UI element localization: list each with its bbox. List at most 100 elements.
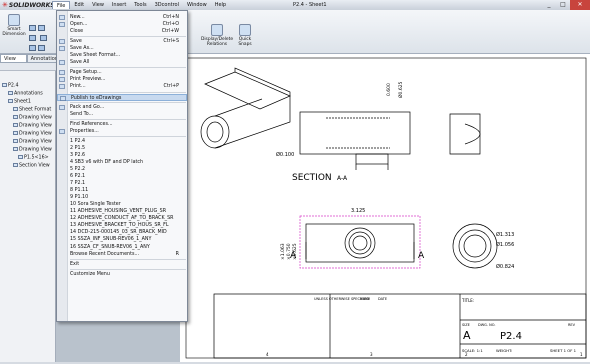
file-menu-item[interactable]: 9 P1.10 (57, 194, 187, 201)
tree-item-sheet-format[interactable]: Sheet Format (13, 107, 51, 113)
menu-separator (70, 101, 186, 103)
tree-item-part[interactable]: P1.5<16> (18, 155, 49, 161)
file-menu-item[interactable]: Exit (57, 261, 187, 268)
file-menu-item-label: Publish to eDrawings (71, 95, 122, 101)
tree-item-sheet1[interactable]: Sheet1 (8, 99, 31, 105)
tree-item-annotations[interactable]: Annotations (8, 91, 43, 97)
file-menu-item-label: 7 P2.1 (70, 181, 86, 187)
file-menu-item[interactable]: Find References... (57, 121, 187, 128)
menu-separator (70, 67, 186, 69)
menu-separator (70, 258, 186, 260)
tb-size: A (463, 329, 471, 342)
menu-insert[interactable]: Insert (108, 1, 130, 9)
menu-window[interactable]: Window (183, 1, 211, 9)
file-menu-item[interactable]: Open... Ctrl+O (57, 21, 187, 28)
file-menu-item[interactable]: 8 P1.11 (57, 187, 187, 194)
tree-label: Section View (19, 163, 50, 169)
drawing-sheet[interactable]: SECTION A-A A A 3.125 Ø0.100 Ø1.313 Ø1.0… (180, 54, 590, 362)
file-menu-item[interactable]: 3 P2.6 (57, 152, 187, 159)
arc-tool-icon[interactable] (39, 35, 47, 41)
tree-toolbar (0, 63, 56, 71)
file-menu-item[interactable]: New... Ctrl+N (57, 14, 187, 21)
tree-label: Sheet1 (14, 99, 31, 105)
display-delete-relations-button[interactable]: Display/Delete Relations (200, 24, 234, 47)
drawing-view-icon (13, 147, 18, 151)
file-menu-item[interactable]: Browse Recent Documents... R (57, 251, 187, 258)
file-menu-item[interactable]: Properties... (57, 128, 187, 135)
spline-tool-icon[interactable] (29, 45, 36, 51)
file-menu-item[interactable]: Customize Menu (57, 271, 187, 278)
menu-3dcontrol[interactable]: 3Dcontrol (151, 1, 183, 9)
file-menu-item-label: 2 P1.5 (70, 145, 86, 151)
maximize-button[interactable]: □ (556, 0, 570, 10)
drawing-view-icon (13, 123, 18, 127)
file-menu-item-label: 11 ADHESIVE_HOUSING_VENT_PLUG_SR (70, 209, 167, 215)
file-menu-item[interactable]: 16 SSZA_CF_SNUB-REV06_1_ANY (57, 244, 187, 251)
file-menu-item-label: 10 Sora Single Tester (70, 202, 121, 208)
file-menu-item[interactable]: Save Ctrl+S (57, 38, 187, 45)
tab-view-layout[interactable]: View Layout (0, 54, 27, 71)
menu-tools[interactable]: Tools (130, 1, 150, 9)
dim-width: 3.125 (351, 208, 365, 214)
file-menu-item[interactable]: 13 ADHESIVE_BRACKET_TO_HOUS_SR_FL (57, 222, 187, 229)
file-menu-item[interactable]: 7 P2.1 (57, 180, 187, 187)
file-menu-item[interactable]: Page Setup... (57, 69, 187, 76)
file-menu-item-shortcut: Ctrl+N (162, 15, 179, 20)
file-menu-item[interactable]: 6 P2.1 (57, 173, 187, 180)
file-menu-item[interactable]: Print... Ctrl+P (57, 83, 187, 90)
file-menu-item[interactable]: Save As... (57, 45, 187, 52)
tree-item-drawing-view-3[interactable]: Drawing View (13, 131, 52, 137)
file-menu-item[interactable]: 11 ADHESIVE_HOUSING_VENT_PLUG_SR (57, 208, 187, 215)
tree-item-section-view[interactable]: Section View (13, 163, 50, 169)
file-menu-item[interactable]: Close Ctrl+W (57, 28, 187, 35)
file-menu-item[interactable]: Save Sheet Format... (57, 52, 187, 59)
dim-phi-100: Ø0.100 (276, 151, 294, 158)
file-menu-item[interactable]: 14 DCD-215-000145_03_SR_BRACK_MID (57, 229, 187, 236)
file-menu-item[interactable]: 5 P2.2 (57, 166, 187, 173)
menu-view[interactable]: View (88, 1, 108, 9)
point-tool-icon[interactable] (38, 45, 45, 51)
part-icon (18, 155, 23, 159)
tree-label: Drawing View (19, 139, 52, 145)
file-menu-item-label: 9 P1.10 (70, 195, 89, 201)
file-menu-item[interactable]: Send To... (57, 111, 187, 118)
tree-root[interactable]: P2.4 (2, 83, 19, 89)
dim-0824: Ø0.824 (496, 263, 514, 270)
file-menu-item[interactable]: 1 P2.4 (57, 138, 187, 145)
quick-snaps-button[interactable]: Quick Snaps (234, 24, 256, 47)
relations-icon (211, 24, 223, 36)
line-tool-icon[interactable] (29, 25, 36, 31)
circle-tool-icon[interactable] (29, 35, 36, 41)
smart-dimension-button[interactable]: Smart Dimension (1, 14, 27, 37)
file-menu-item[interactable]: Pack and Go... (57, 104, 187, 111)
file-menu-item[interactable]: 15 SSZA_INF_SNUB-REV06_1_ANY (57, 236, 187, 243)
menu-edit[interactable]: Edit (70, 1, 88, 9)
close-button[interactable]: ✕ (570, 0, 590, 10)
dim-1313: Ø1.313 (496, 231, 514, 238)
menu-bar: File Edit View Insert Tools 3Dcontrol Window He… (52, 1, 230, 9)
save-as-icon (59, 46, 65, 51)
file-menu-item[interactable]: 10 Sora Single Tester (57, 201, 187, 208)
tree-item-drawing-view-2[interactable]: Drawing View (13, 123, 52, 129)
save-icon (59, 39, 65, 44)
quick-snaps-icon (239, 24, 251, 36)
file-menu-item[interactable]: 2 P1.5 (57, 145, 187, 152)
menu-file[interactable]: File (52, 1, 71, 9)
file-menu-item[interactable]: 4 SB3 v6 with DF and DP latch (57, 159, 187, 166)
file-menu-item[interactable]: Print Preview... (57, 76, 187, 83)
minimize-button[interactable]: _ (542, 0, 556, 10)
file-menu-item-label: 12 ADHESIVE_CONDUCT_AF_TO_BRACK_SR (70, 216, 174, 222)
file-menu-item[interactable]: Save All (57, 59, 187, 66)
dim-0625: ×0.625 (292, 243, 298, 260)
file-menu-item[interactable]: Publish to eDrawings (57, 93, 187, 101)
menu-help[interactable]: Help (211, 1, 230, 9)
tree-item-drawing-view-1[interactable]: Drawing View (13, 115, 52, 121)
rectangle-tool-icon[interactable] (38, 25, 45, 31)
tree-root-label: P2.4 (8, 83, 19, 89)
file-menu-item[interactable]: 12 ADHESIVE_CONDUCT_AF_TO_BRACK_SR (57, 215, 187, 222)
file-menu-item-shortcut: Ctrl+W (161, 29, 179, 35)
file-menu-item-label: 14 DCD-215-000145_03_SR_BRACK_MID (70, 230, 167, 236)
tree-item-drawing-view-4[interactable]: Drawing View (13, 139, 52, 145)
tree-item-drawing-view-5[interactable]: Drawing View (13, 147, 52, 153)
solidworks-logo[interactable]: ✳ SOLIDWORKS (2, 1, 55, 9)
